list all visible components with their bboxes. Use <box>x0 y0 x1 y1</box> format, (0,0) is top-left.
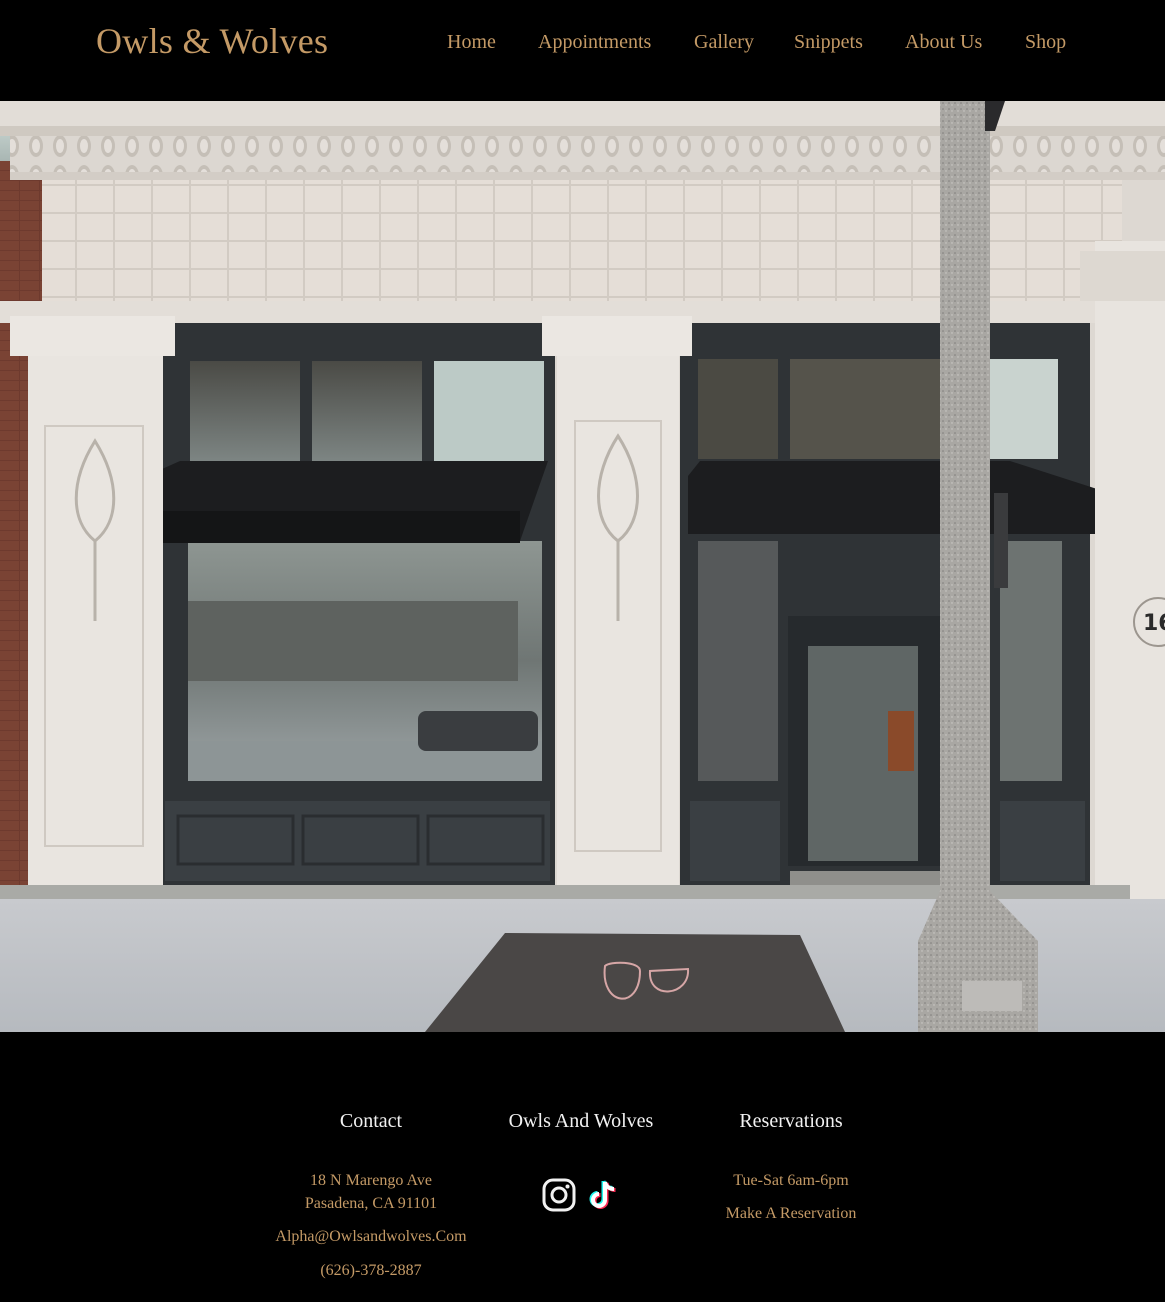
site-logo[interactable]: Owls & Wolves <box>96 20 328 62</box>
social-links <box>461 1178 701 1212</box>
building-number: 16 <box>1143 611 1165 636</box>
site-footer: Contact 18 N Marengo Ave Pasadena, CA 91… <box>0 1032 1165 1302</box>
email-link[interactable]: Alpha@Owlsandwolves.Com <box>251 1228 491 1246</box>
footer-brand-title: Owls And Wolves <box>508 1110 654 1132</box>
nav-home[interactable]: Home <box>447 31 496 54</box>
nav-snippets[interactable]: Snippets <box>794 31 863 54</box>
footer-contact-title: Contact <box>339 1110 403 1132</box>
make-reservation-link[interactable]: Make A Reservation <box>671 1205 911 1223</box>
site-header: Owls & Wolves Home Appointments Gallery … <box>0 0 1165 101</box>
nav-about-us[interactable]: About Us <box>905 31 982 54</box>
tiktok-icon[interactable] <box>586 1178 620 1212</box>
street-pole <box>940 101 990 901</box>
nav-appointments[interactable]: Appointments <box>538 31 651 54</box>
cornice-ornament <box>10 136 1165 172</box>
address-line-2: Pasadena, CA 91101 <box>304 1195 438 1212</box>
footer-reservations-title: Reservations <box>739 1110 843 1132</box>
address-line-1: 18 N Marengo Ave <box>310 1172 432 1189</box>
phone-link[interactable]: (626)-378-2887 <box>251 1262 491 1280</box>
storefront-illustration: 16 <box>0 101 1165 1032</box>
instagram-icon[interactable] <box>542 1178 576 1212</box>
hero-storefront-image: 16 <box>0 101 1165 1032</box>
hours-text: Tue-Sat 6am-6pm <box>733 1172 849 1189</box>
nav-gallery[interactable]: Gallery <box>694 31 754 54</box>
right-pilaster <box>1095 241 1165 911</box>
nav-shop[interactable]: Shop <box>1025 31 1066 54</box>
